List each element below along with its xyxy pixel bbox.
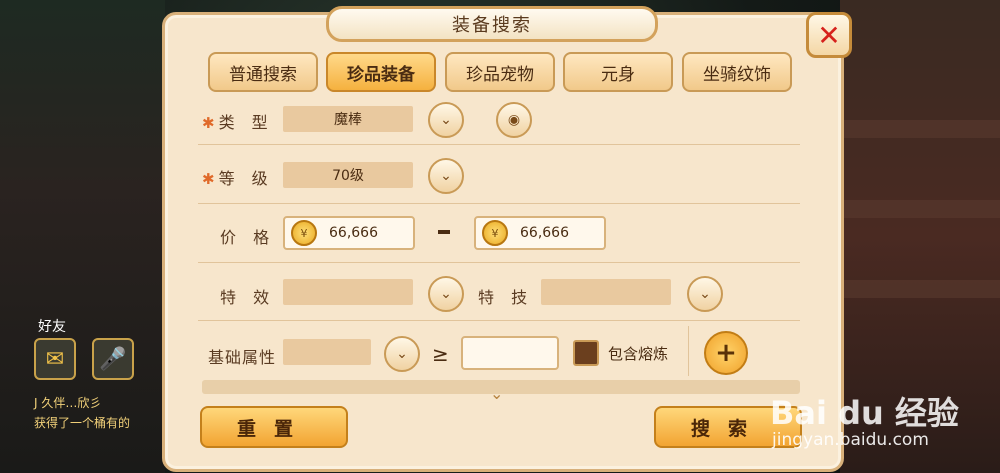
divider <box>198 320 800 321</box>
chevron-down-icon: ⌄ <box>440 286 452 302</box>
comparator-sign: ≥ <box>432 342 449 366</box>
effect-dropdown-button[interactable]: ⌄ <box>428 276 464 312</box>
divider <box>688 326 689 376</box>
tab-rare-pet[interactable]: 珍品宠物 <box>445 52 555 92</box>
type-dropdown-button[interactable]: ⌄ <box>428 102 464 138</box>
plus-icon: + <box>715 338 737 368</box>
preview-button[interactable]: ◉ <box>496 102 532 138</box>
effect-label: 特 效 <box>220 288 276 307</box>
chat-line: J 久伴…欣彡 <box>34 396 102 410</box>
level-dropdown-button[interactable]: ⌄ <box>428 158 464 194</box>
window-title: 装备搜索 <box>326 6 658 42</box>
level-select[interactable]: 70级 <box>283 162 413 188</box>
base-attr-select[interactable] <box>283 339 371 365</box>
expand-icon[interactable]: ⌄ <box>490 384 503 403</box>
type-select[interactable]: 魔棒 <box>283 106 413 132</box>
tab-mount-pattern[interactable]: 坐骑纹饰 <box>682 52 792 92</box>
type-label: ✱ 类 型 <box>202 113 274 132</box>
effect-select[interactable] <box>283 279 413 305</box>
level-label: ✱ 等 级 <box>202 169 274 188</box>
price-range-separator <box>438 230 450 234</box>
skill-select[interactable] <box>541 279 671 305</box>
required-star-icon: ✱ <box>202 170 215 188</box>
include-smelt-checkbox[interactable] <box>573 340 599 366</box>
coin-icon: ¥ <box>291 220 317 246</box>
include-smelt-label: 包含熔炼 <box>608 345 669 363</box>
tab-yuanshen[interactable]: 元身 <box>563 52 673 92</box>
divider <box>198 144 800 145</box>
chevron-down-icon: ⌄ <box>440 112 452 128</box>
base-attr-threshold-input[interactable] <box>461 336 559 370</box>
divider <box>198 203 800 204</box>
reset-button[interactable]: 重置 <box>200 406 348 448</box>
skill-dropdown-button[interactable]: ⌄ <box>687 276 723 312</box>
chevron-down-icon: ⌄ <box>396 346 408 362</box>
friend-label: 好友 <box>38 319 66 335</box>
close-button[interactable]: ✕ <box>806 12 852 58</box>
chat-line: 获得了一个桶有的 <box>34 416 131 430</box>
price-min-input[interactable]: ¥66,666 <box>283 216 415 250</box>
price-label: 价 格 <box>220 228 276 247</box>
chevron-down-icon: ⌄ <box>440 168 452 184</box>
mic-icon[interactable]: 🎤 <box>92 338 134 380</box>
watermark-url: jingyan.baidu.com <box>772 430 929 450</box>
tab-normal-search[interactable]: 普通搜索 <box>208 52 318 92</box>
base-attr-dropdown-button[interactable]: ⌄ <box>384 336 420 372</box>
chevron-down-icon: ⌄ <box>699 286 711 302</box>
base-attr-label: 基础属性 <box>208 348 277 367</box>
skill-label: 特 技 <box>478 288 534 307</box>
eye-icon: ◉ <box>507 112 521 128</box>
divider <box>198 262 800 263</box>
chat-icon[interactable]: ✉ <box>34 338 76 380</box>
close-icon: ✕ <box>817 18 841 52</box>
add-attribute-button[interactable]: + <box>704 331 748 375</box>
price-max-input[interactable]: ¥66,666 <box>474 216 606 250</box>
coin-icon: ¥ <box>482 220 508 246</box>
required-star-icon: ✱ <box>202 114 215 132</box>
watermark-logo: Bai du 经验 <box>770 394 959 432</box>
tab-rare-equipment[interactable]: 珍品装备 <box>326 52 436 92</box>
